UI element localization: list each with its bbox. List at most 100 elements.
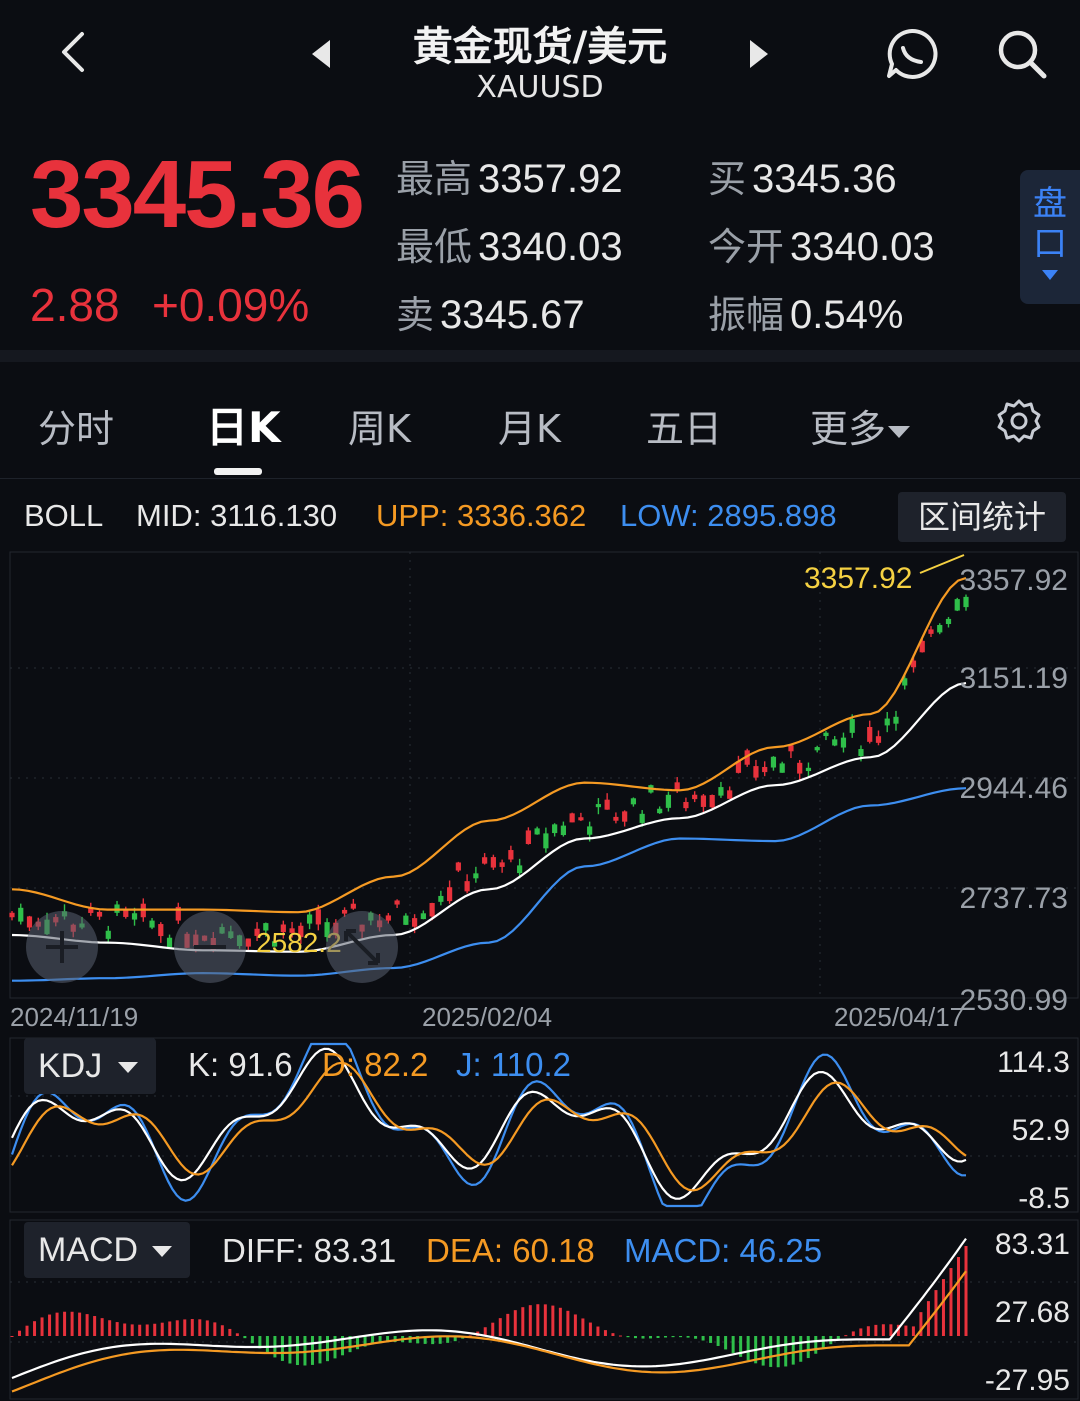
y-tick-label: 83.31: [995, 1228, 1070, 1261]
x-tick-label: 2025/02/04: [422, 1002, 552, 1032]
stat-open: 今开 3340.03: [708, 216, 935, 271]
macd-dea-value: 60.18: [512, 1232, 595, 1269]
macd-bar: [596, 1326, 600, 1336]
kdj-y-ticks: 114.3 52.9 -8.5: [997, 1046, 1070, 1214]
macd-indicator-select[interactable]: MACD: [24, 1222, 190, 1278]
macd-bar: [716, 1336, 720, 1346]
search-icon[interactable]: [994, 26, 1050, 82]
boll-mid-label: MID:: [136, 498, 202, 533]
candle-body: [954, 599, 960, 611]
caret-down-icon: [118, 1062, 138, 1073]
candle-body: [613, 816, 619, 821]
macd-bar: [491, 1322, 495, 1336]
macd-bar: [588, 1322, 592, 1336]
macd-bar: [784, 1336, 788, 1367]
candle-body: [412, 918, 418, 927]
candle-body: [315, 909, 321, 925]
macd-bar: [228, 1328, 232, 1336]
kline-chart[interactable]: 3357.92 3151.19 2944.46 2737.73 2530.99 2024…: [0, 550, 1080, 1034]
settings-gear-icon[interactable]: [996, 398, 1042, 444]
candle-body: [429, 903, 435, 917]
kdj-k-value: 91.6: [228, 1046, 293, 1083]
candle-body: [832, 739, 838, 746]
macd-bar: [611, 1333, 615, 1336]
macd-bar: [213, 1322, 217, 1336]
macd-hist: MACD: 46.25: [624, 1232, 822, 1270]
macd-bar: [70, 1311, 74, 1336]
candle-body: [552, 824, 558, 834]
candle-body: [692, 794, 698, 800]
macd-dea: DEA: 60.18: [426, 1232, 595, 1270]
macd-bar: [686, 1336, 690, 1338]
macd-select-label: MACD: [38, 1231, 139, 1269]
macd-bar: [904, 1325, 908, 1336]
macd-bar: [175, 1320, 179, 1336]
kdj-indicator-select[interactable]: KDJ: [24, 1038, 156, 1094]
stat-amp-label: 振幅: [708, 293, 785, 337]
zoom-in-button[interactable]: [26, 911, 98, 983]
stat-high-label: 最高: [396, 157, 473, 201]
tab-five-day[interactable]: 五日: [646, 398, 722, 453]
caret-down-icon: [152, 1246, 172, 1257]
macd-bar: [656, 1336, 660, 1338]
macd-bar: [55, 1312, 59, 1336]
y-tick-label: 114.3: [997, 1046, 1070, 1079]
candle-body: [455, 862, 461, 871]
candle-body: [797, 762, 803, 774]
stat-high-value: 3357.92: [478, 157, 623, 201]
tab-daily-k[interactable]: 日K: [206, 394, 281, 455]
candle-body: [805, 767, 812, 772]
candle-body: [350, 903, 356, 909]
tab-monthly-k[interactable]: 月K: [498, 398, 561, 453]
stat-amp-value: 0.54%: [790, 293, 904, 337]
boll-low: LOW: 2895.898: [620, 498, 837, 534]
boll-low-value: 2895.898: [707, 498, 837, 533]
fullscreen-button[interactable]: [326, 911, 398, 983]
macd-bar: [844, 1335, 848, 1337]
macd-bar: [769, 1336, 773, 1367]
boll-low-label: LOW:: [620, 498, 699, 533]
app-root: 黄金现货/美元 XAUUSD 3345.36 2.88 +0.09% 最高 335…: [0, 0, 1080, 1401]
x-tick-label: 2024/11/19: [10, 1002, 138, 1032]
range-stats-button[interactable]: 区间统计: [898, 492, 1066, 542]
macd-bar: [25, 1325, 29, 1336]
macd-bar: [679, 1336, 683, 1338]
candle-body: [306, 914, 313, 924]
boll-mid-line: [11, 682, 967, 953]
zoom-out-button[interactable]: [174, 911, 246, 983]
candle-body: [674, 782, 680, 790]
top-bar: 黄金现货/美元 XAUUSD: [0, 0, 1080, 110]
macd-bar: [243, 1336, 247, 1339]
kdj-k-label: K:: [188, 1046, 220, 1083]
next-icon[interactable]: [750, 40, 768, 68]
candle-body: [560, 825, 566, 836]
macd-bar: [198, 1319, 202, 1336]
macd-bar: [33, 1321, 37, 1336]
macd-bar: [814, 1336, 818, 1354]
caret-down-icon: [888, 425, 911, 438]
macd-bar: [806, 1336, 810, 1359]
pankou-label: 盘口: [1033, 184, 1067, 264]
kdj-d: D: 82.2: [322, 1046, 428, 1084]
candle-body: [779, 763, 785, 773]
tab-more[interactable]: 更多: [810, 398, 911, 453]
macd-bar: [153, 1323, 157, 1336]
macd-bar: [543, 1304, 547, 1336]
macd-bar: [325, 1336, 329, 1362]
candle-body: [464, 881, 470, 892]
kdj-d-label: D:: [322, 1046, 355, 1083]
macd-bar: [78, 1312, 82, 1336]
chat-icon[interactable]: [884, 26, 940, 82]
kline-x-ticks: 2024/11/19 2025/02/04 2025/04/17: [10, 1002, 964, 1032]
candle-body: [928, 629, 934, 634]
tab-divider: [0, 478, 1080, 479]
tab-weekly-k[interactable]: 周K: [348, 398, 411, 453]
tab-intraday[interactable]: 分时: [38, 398, 114, 453]
pankou-button[interactable]: 盘口: [1020, 170, 1080, 304]
y-tick-label: 52.9: [1012, 1114, 1070, 1147]
stat-open-label: 今开: [708, 225, 785, 269]
tab-more-label: 更多: [810, 407, 887, 451]
candle-body: [622, 811, 628, 822]
macd-bar: [183, 1319, 187, 1336]
boll-low-line: [12, 787, 967, 982]
